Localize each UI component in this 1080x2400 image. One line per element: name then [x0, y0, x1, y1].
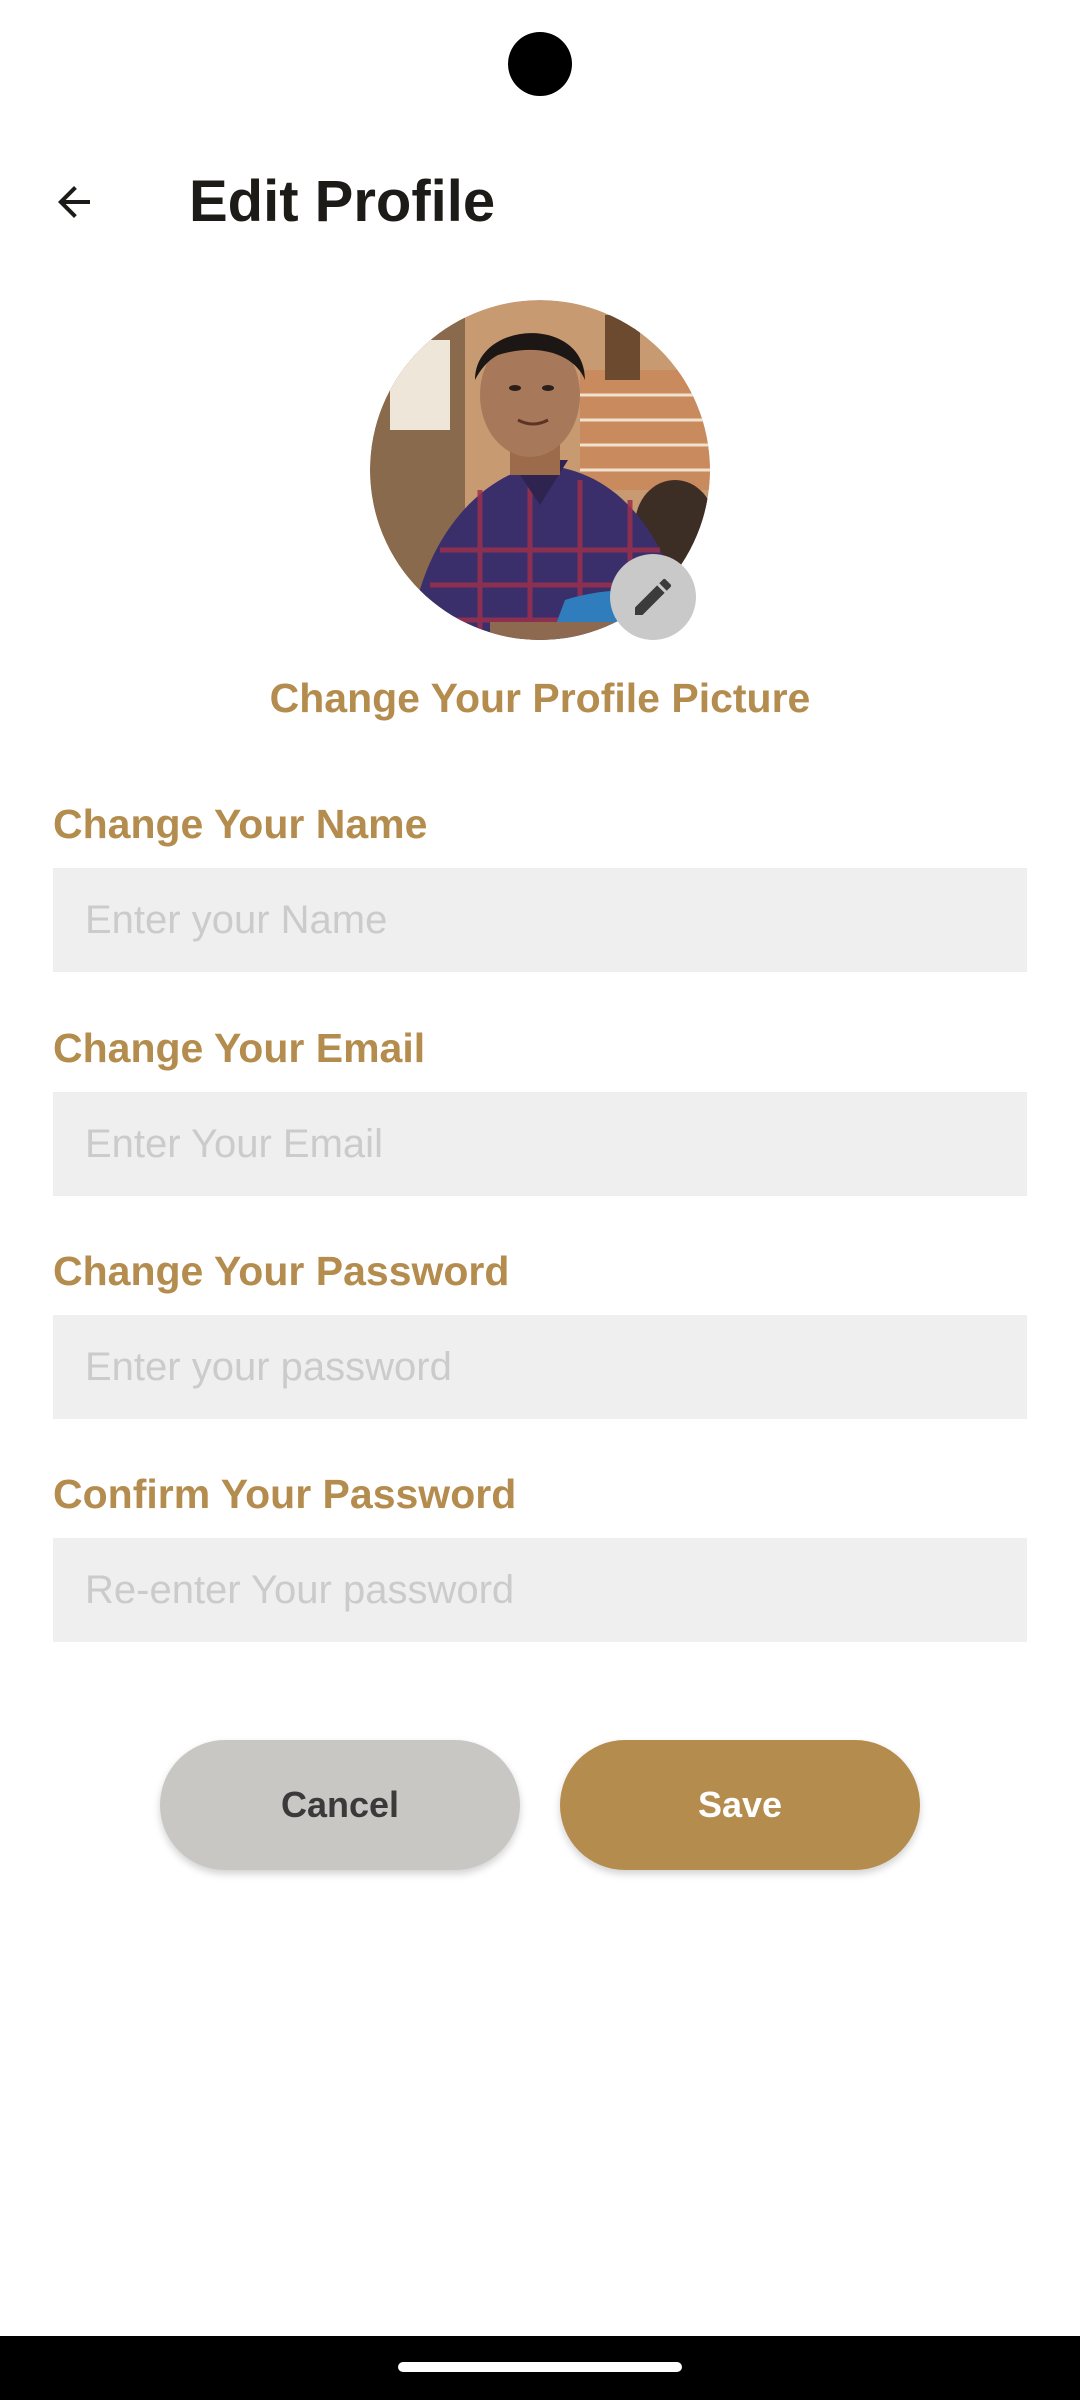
home-indicator[interactable] — [398, 2362, 682, 2372]
camera-cutout — [508, 32, 572, 96]
back-button[interactable] — [34, 162, 114, 242]
cancel-button[interactable]: Cancel — [160, 1740, 520, 1870]
page-title: Edit Profile — [189, 169, 496, 234]
arrow-left-icon — [58, 186, 90, 218]
change-profile-picture-link[interactable]: Change Your Profile Picture — [0, 668, 1080, 728]
confirm-password-input[interactable] — [53, 1538, 1027, 1642]
name-input[interactable] — [53, 868, 1027, 972]
navigation-bar — [0, 2336, 1080, 2400]
confirm-password-label: Confirm Your Password — [53, 1471, 517, 1517]
pencil-icon — [635, 578, 672, 615]
password-label: Change Your Password — [53, 1248, 510, 1294]
password-input[interactable] — [53, 1315, 1027, 1419]
edit-photo-button[interactable] — [610, 554, 696, 640]
email-input[interactable] — [53, 1092, 1027, 1196]
email-label: Change Your Email — [53, 1025, 426, 1071]
save-button[interactable]: Save — [560, 1740, 920, 1870]
profile-picture — [370, 300, 710, 640]
name-label: Change Your Name — [53, 801, 428, 847]
